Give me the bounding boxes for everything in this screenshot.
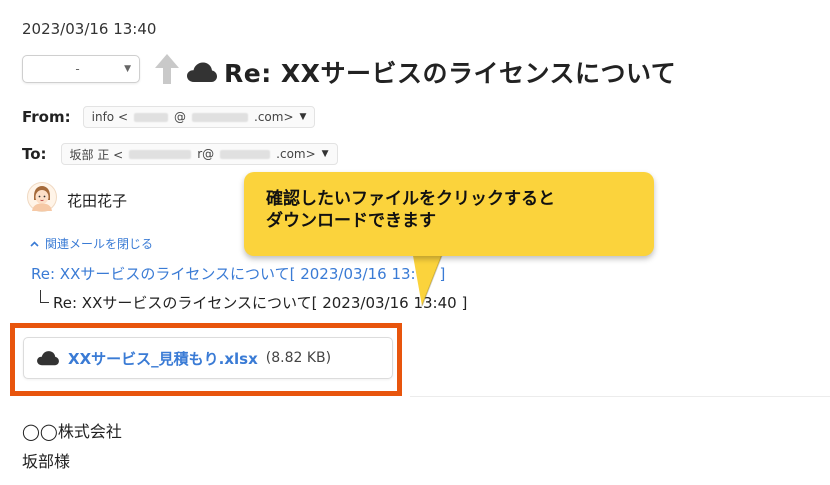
related-thread-link[interactable]: Re: XXサービスのライセンスについて[ 2023/03/16 13:05 ]	[31, 263, 445, 284]
from-row: From: info < @ .com> ▼	[22, 106, 316, 128]
to-label: To:	[22, 145, 47, 163]
from-at: @	[174, 110, 186, 124]
callout-pointer	[412, 250, 445, 307]
select-value: -	[75, 62, 80, 76]
caret-down-icon: ▼	[321, 149, 329, 159]
chevron-up-icon	[30, 240, 39, 247]
to-address-mid: r@	[197, 147, 215, 161]
email-body-recipient: 坂部様	[22, 452, 71, 471]
to-row: To: 坂部 正 < r@ .com> ▼	[22, 143, 338, 165]
redacted-text	[129, 149, 192, 159]
body-divider	[410, 396, 830, 397]
to-address-chip[interactable]: 坂部 正 < r@ .com> ▼	[60, 143, 338, 165]
from-label: From:	[22, 108, 71, 126]
callout-line-1: 確認したいファイルをクリックすると	[266, 189, 555, 209]
to-address-suffix: .com>	[276, 147, 316, 161]
email-datetime: 2023/03/16 13:40	[22, 20, 157, 38]
arrow-up-icon[interactable]	[153, 52, 181, 86]
email-subject: Re: XXサービスのライセンスについて	[224, 59, 677, 88]
related-mail-toggle[interactable]: 関連メールを閉じる	[30, 235, 153, 252]
from-address-suffix: .com>	[254, 110, 294, 124]
attachment-filename: XXサービス_見積もり.xlsx	[68, 349, 258, 368]
sender-name: 花田花子	[67, 192, 128, 210]
redacted-text	[192, 112, 248, 122]
redacted-text	[220, 149, 271, 159]
from-address-chip[interactable]: info < @ .com> ▼	[82, 106, 316, 128]
email-body-company: ◯◯株式会社	[22, 422, 122, 441]
instruction-callout: 確認したいファイルをクリックすると ダウンロードできます	[244, 172, 654, 256]
related-toggle-label: 関連メールを閉じる	[45, 237, 154, 251]
redacted-text	[134, 112, 168, 122]
thread-connector	[40, 290, 49, 303]
chevron-down-icon: ▼	[124, 64, 131, 74]
from-address-prefix: info <	[91, 110, 128, 124]
message-select-dropdown[interactable]: - ▼	[22, 55, 140, 83]
caret-down-icon: ▼	[299, 112, 307, 122]
person-avatar-icon	[27, 182, 57, 212]
subject-line: Re: XXサービスのライセンスについて	[186, 54, 676, 90]
cloud-icon	[37, 351, 59, 366]
callout-line-2: ダウンロードできます	[266, 211, 436, 231]
attachment-size: (8.82 KB)	[265, 350, 332, 366]
to-address-prefix: 坂部 正 <	[69, 147, 124, 162]
cloud-icon	[187, 62, 217, 82]
attachment-download-button[interactable]: XXサービス_見積もり.xlsx (8.82 KB)	[23, 337, 393, 379]
